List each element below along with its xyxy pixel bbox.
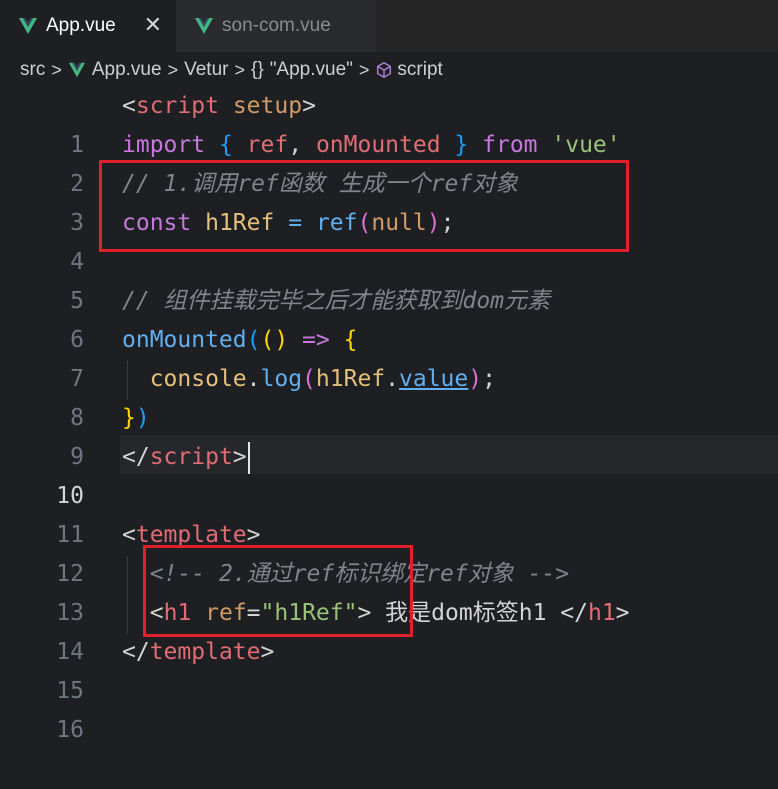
tab-label: son-com.vue (222, 15, 331, 36)
code-line: 9 }) (0, 399, 778, 470)
code-line: 10 </script> (0, 438, 778, 509)
tab-bar: App.vue ✕ son-com.vue (0, 0, 778, 52)
vue-icon (19, 18, 37, 34)
vue-icon (68, 62, 85, 78)
code-line: 1 <script setup> (0, 87, 778, 158)
breadcrumb-app-vue-object[interactable]: {} "App.vue" (251, 59, 353, 81)
tab-app-vue[interactable]: App.vue ✕ (0, 0, 176, 52)
annotation-box (99, 160, 629, 252)
chevron-right-icon: > (234, 59, 245, 80)
breadcrumb-app-vue[interactable]: App.vue (68, 59, 162, 81)
code-line: 16 (0, 672, 778, 743)
chevron-right-icon: > (51, 59, 62, 80)
breadcrumb-script[interactable]: script (375, 59, 443, 81)
code-editor[interactable]: 1 <script setup> 2 import { ref, onMount… (0, 87, 778, 743)
breadcrumb-label: "App.vue" (269, 59, 353, 80)
code-line: 6 // 组件挂载完毕之后才能获取到dom元素 (0, 282, 778, 353)
code-line: 15 </template> (0, 633, 778, 704)
cube-icon (377, 61, 392, 79)
chevron-right-icon: > (358, 59, 370, 80)
code-line: 7 onMounted(() => { (0, 321, 778, 392)
breadcrumb-label: App.vue (91, 59, 162, 80)
breadcrumb-label: script (397, 59, 443, 80)
code-line: 8 console.log(h1Ref.value); (0, 360, 778, 431)
breadcrumb: src > App.vue > Vetur > {} "App.vue" > s… (0, 52, 778, 88)
braces-icon: {} (250, 59, 264, 80)
tab-label: App.vue (46, 15, 116, 36)
annotation-box (143, 545, 413, 637)
breadcrumb-vetur[interactable]: Vetur (184, 59, 228, 81)
code-line: 11 (0, 477, 778, 548)
breadcrumb-src[interactable]: src (20, 59, 45, 81)
close-icon[interactable]: ✕ (144, 13, 162, 38)
comment: // 组件挂载完毕之后才能获取到dom元素 (122, 288, 551, 314)
line-number: 16 (56, 717, 84, 743)
text-caret (247, 441, 250, 474)
vue-icon (195, 18, 213, 34)
tab-son-com-vue[interactable]: son-com.vue (176, 0, 376, 52)
chevron-right-icon: > (167, 59, 179, 80)
